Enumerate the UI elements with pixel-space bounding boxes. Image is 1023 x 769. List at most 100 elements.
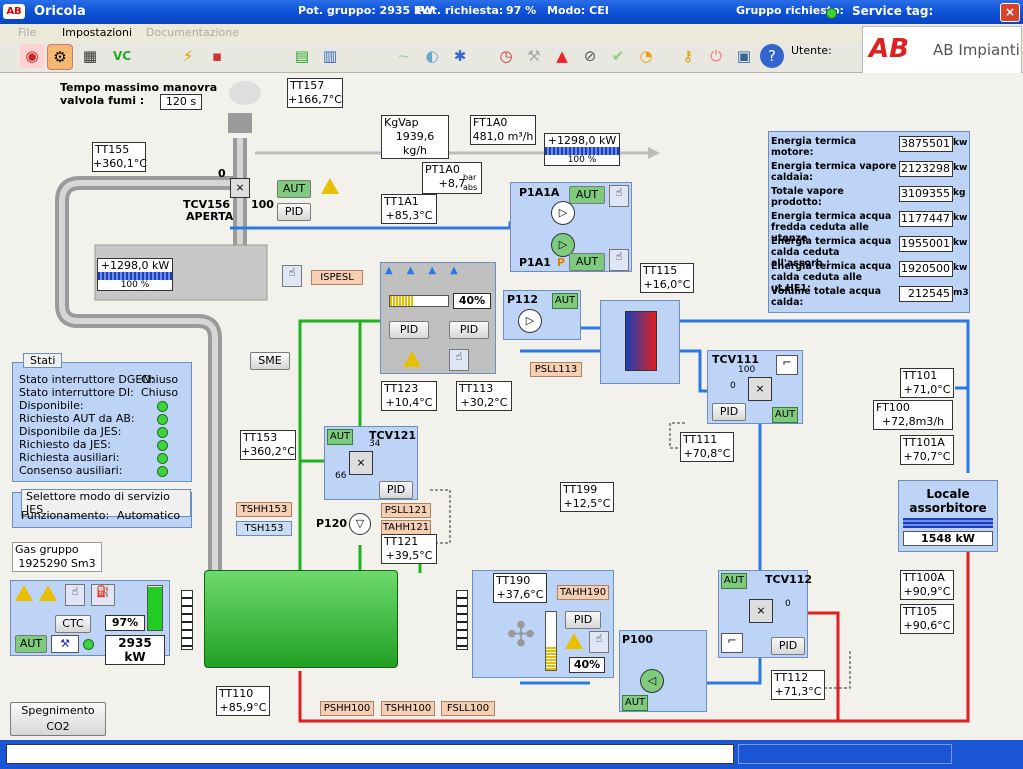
radiator-pid2-button[interactable]: PID [449,321,489,339]
radiator-pct: 40% [453,293,491,309]
tt190-warning-icon[interactable] [565,633,583,649]
p100-pump-icon[interactable]: ◁ [640,669,664,693]
tcv156-pid-button[interactable]: PID [277,203,311,221]
tt1a1-name: TT1A1 [384,195,419,208]
menu-file[interactable]: File [18,26,36,39]
tcv121-pid-button[interactable]: PID [379,481,413,499]
radiator-hand-icon[interactable]: ☝ [449,349,469,371]
heat-exchanger [600,300,680,384]
tt115-name: TT115 [643,264,678,277]
engine-icon[interactable]: ⚙ [47,44,73,70]
tcv111-aut-button[interactable]: AUT [772,407,798,423]
p1a1a-hand-icon[interactable]: ☝ [609,185,629,207]
energy-label: Energia termica motore: [771,136,857,158]
tt190-pid-button[interactable]: PID [565,611,601,629]
radiator-warning-icon[interactable] [403,351,421,367]
stati-label: Disponibile: [19,399,84,412]
tt115: TT115 +16,0°C [640,263,694,293]
spegnimento-co2-button[interactable]: Spegnimento CO2 [10,702,106,736]
tt157-value: +166,7°C [288,93,342,106]
network-icon[interactable]: ▪ [205,44,229,68]
engine-wrench-icon[interactable]: ⚒ [51,635,79,653]
menu-impostazioni[interactable]: Impostazioni [62,26,132,39]
tcv156-aut-button[interactable]: AUT [277,180,311,198]
tt100a-value: +90,9°C [903,585,951,598]
energy-value: 3875501 [899,136,953,152]
locale-title-2: assorbitore [909,501,987,515]
engine-level-fill [148,587,162,630]
p120-pump-icon[interactable]: ▽ [349,513,371,535]
vnc-icon[interactable]: VC [110,44,134,68]
close-icon[interactable]: × [1000,3,1020,22]
document-icon[interactable]: ▥ [318,44,342,68]
radiator-pid1-button[interactable]: PID [389,321,429,339]
help-icon[interactable]: ? [760,44,784,68]
energy-value: 1177447 [899,211,953,227]
no-alarm-icon[interactable]: ⊘ [578,44,602,68]
tools-icon[interactable]: ✱ [448,44,472,68]
settings-icon[interactable]: ▣ [732,44,756,68]
p100-aut-button[interactable]: AUT [622,695,648,711]
plant-icon[interactable]: ▦ [78,44,102,68]
tt112-name: TT112 [774,671,809,684]
p112-pump-icon[interactable]: ▷ [518,309,542,333]
engine-running-led [83,639,94,650]
pipe-icon[interactable]: ~ [392,44,416,68]
engine-aut-button[interactable]: AUT [15,635,47,653]
wrench-icon[interactable]: ⚒ [522,44,546,68]
tcv112-pid-button[interactable]: PID [771,637,805,655]
electric-icon[interactable]: ⚡ [176,44,200,68]
ft100-name: FT100 [876,401,910,414]
home-icon[interactable]: ◉ [20,44,44,68]
tcv112-trend-icon[interactable]: ⌐ [721,633,743,653]
tt105: TT105 +90,6°C [900,604,954,634]
history-icon[interactable]: ◔ [634,44,658,68]
p112-aut-button[interactable]: AUT [552,293,578,309]
boiler-power-bar [98,272,172,280]
p1a1a-aut-button[interactable]: AUT [569,186,605,204]
heat-exchanger-core [625,311,657,371]
service-tag: Service tag: [852,4,934,18]
sme-button[interactable]: SME [250,352,290,370]
tcv112-valve-icon[interactable]: ⨯ [749,599,773,623]
tcv111-valve-icon[interactable]: ⨯ [748,377,772,401]
stati-led [157,440,168,451]
energy-unit: kw [953,163,968,173]
engine-oil-icon[interactable]: ⛽ [91,584,115,606]
clock-icon[interactable]: ◷ [494,44,518,68]
p1a1-aut-button[interactable]: AUT [569,253,605,271]
check-icon[interactable]: ✔ [606,44,630,68]
pshh100-alarm: PSHH100 [320,701,374,716]
engine-ctc-button[interactable]: CTC [55,615,91,633]
tcv121-aut-button[interactable]: AUT [327,429,353,445]
tcv121-valve-icon[interactable]: ⨯ [349,451,373,475]
company-logo-text: AB Impianti [933,41,1020,59]
tcv111-pid-button[interactable]: PID [712,403,746,421]
power-icon[interactable]: ⏻ [704,44,728,68]
chart-icon[interactable]: ▤ [290,44,314,68]
energy-value: 1955001 [899,236,953,252]
tt112-value: +71,3°C [774,685,822,698]
locale-assorbitore: Locale assorbitore 1548 kW [898,480,998,552]
warning-icon[interactable]: ▲ [550,44,574,68]
engine-kw: 2935 kW [105,635,165,665]
tcv156-valve-icon[interactable]: ⨯ [230,178,250,198]
engine-warning-icon-1[interactable] [15,585,33,601]
pt1a0: PT1A0 +8,7 bar abs [422,162,482,194]
tcv121-z: 66 [335,471,347,481]
tcv111-trend-icon[interactable]: ⌐ [776,355,798,375]
engine-warning-icon-2[interactable] [39,585,57,601]
steam-power-bar [545,147,619,155]
tcv112-aut-button[interactable]: AUT [721,573,747,589]
globe-icon[interactable]: ◐ [420,44,444,68]
menu-documentazione[interactable]: Documentazione [146,26,239,39]
p1a1a-pump-icon[interactable]: ▷ [551,201,575,225]
engine-hand-icon[interactable]: ☝ [65,584,85,606]
key-icon[interactable]: ⚷ [676,44,700,68]
tt157: TT157 +166,7°C [287,78,343,108]
p1a1-hand-icon[interactable]: ☝ [609,249,629,271]
boiler-hand-icon[interactable]: ☝ [282,265,302,287]
tt190-hand-icon[interactable]: ☝ [589,631,609,653]
tcv156-warning-icon[interactable] [321,178,339,194]
tt190-box: TT190 +37,6°C TAHH190 ✣ PID ☝ 40% [472,570,614,678]
